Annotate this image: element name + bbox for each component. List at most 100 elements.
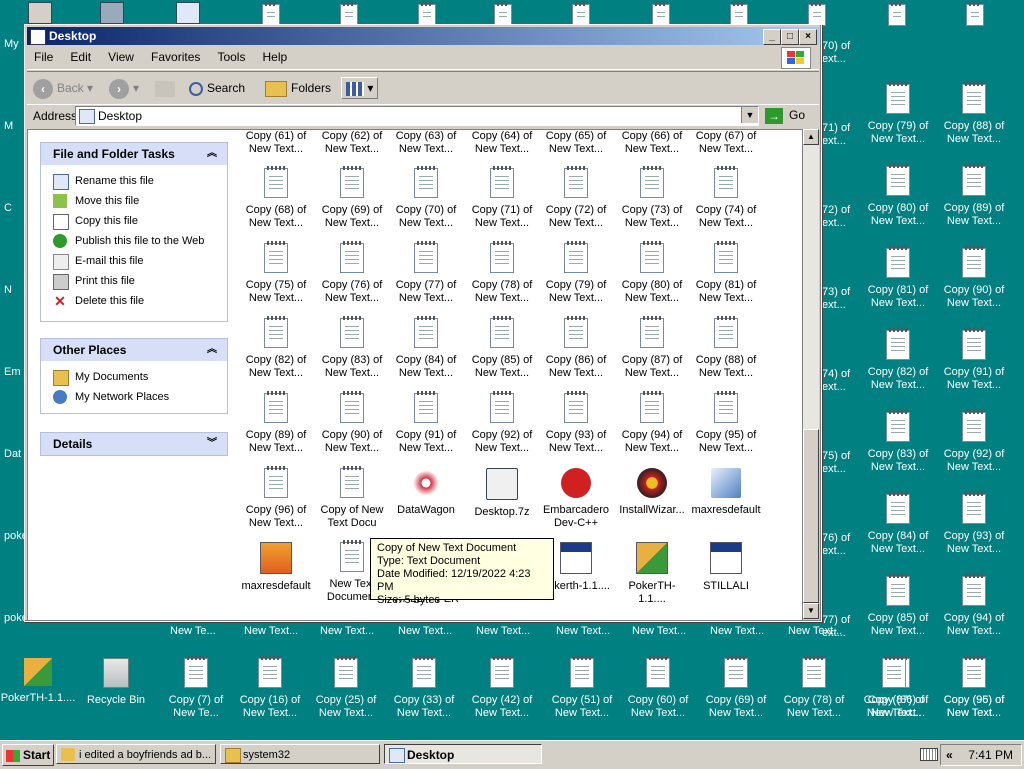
- desktop-icon-copy[interactable]: Copy (90) of New Text...: [936, 246, 1012, 310]
- file-item[interactable]: Copy (92) of New Text...: [466, 391, 538, 455]
- file-item[interactable]: maxresdefault: [240, 542, 312, 593]
- desktop-icon-item[interactable]: Copy (42) of New Text...: [464, 656, 540, 720]
- collapse-chevron-icon[interactable]: ︽: [207, 143, 217, 165]
- text-document-icon[interactable]: [572, 2, 590, 26]
- file-item[interactable]: Copy (73) of New Text...: [616, 166, 688, 230]
- file-item[interactable]: Copy (80) of New Text...: [616, 241, 688, 305]
- title-bar[interactable]: Desktop _ □ ×: [27, 27, 819, 45]
- task-publish[interactable]: Publish this file to the Web: [41, 231, 227, 251]
- desktop-icon-item[interactable]: Copy (87) of New Text...: [856, 656, 932, 720]
- task-print[interactable]: Print this file: [41, 271, 227, 291]
- desktop-icon-copy[interactable]: Copy (91) of New Text...: [936, 328, 1012, 392]
- text-document-icon[interactable]: [652, 2, 670, 26]
- details-header[interactable]: Details ︾: [41, 433, 227, 455]
- file-folder-tasks-header[interactable]: File and Folder Tasks ︽: [41, 143, 227, 165]
- go-button[interactable]: → Go: [765, 106, 805, 124]
- file-item[interactable]: Copy (62) of New Text...: [316, 130, 388, 156]
- file-item[interactable]: Copy (75) of New Text...: [240, 241, 312, 305]
- file-item[interactable]: DataWagon: [390, 468, 462, 517]
- file-item[interactable]: Copy (84) of New Text...: [390, 316, 462, 380]
- file-item[interactable]: Desktop.7z: [466, 468, 538, 519]
- file-item[interactable]: Copy (88) of New Text...: [690, 316, 762, 380]
- file-item[interactable]: Copy (61) of New Text...: [240, 130, 312, 156]
- back-button[interactable]: ‹ Back ▾: [33, 76, 93, 100]
- taskbar-item-browser[interactable]: i edited a boyfriends ad b...: [56, 744, 216, 764]
- task-delete[interactable]: ✕ Delete this file: [41, 291, 227, 311]
- desktop-icon-item[interactable]: Copy (7) of New Te...: [158, 656, 234, 720]
- desktop-icon-copy[interactable]: Copy (82) of New Text...: [860, 328, 936, 392]
- menu-tools[interactable]: Tools: [210, 47, 252, 67]
- recycle-bin[interactable]: Recycle Bin: [78, 658, 154, 707]
- minimize-button[interactable]: _: [763, 29, 781, 45]
- desktop-icon-item[interactable]: Copy (16) of New Text...: [232, 656, 308, 720]
- text-document-icon[interactable]: [888, 2, 906, 26]
- file-item[interactable]: PokerTH-1.1....: [616, 542, 688, 606]
- desktop-icon-item[interactable]: PokerTH-1.1....: [0, 658, 76, 705]
- up-folder-button[interactable]: [155, 76, 175, 100]
- file-item[interactable]: STILLALI: [690, 542, 762, 593]
- folders-button[interactable]: Folders: [265, 76, 331, 100]
- other-places-header[interactable]: Other Places ︽: [41, 339, 227, 361]
- text-document-icon[interactable]: [262, 2, 280, 26]
- menu-favorites[interactable]: Favorites: [144, 47, 207, 67]
- text-document-icon[interactable]: [340, 2, 358, 26]
- file-item[interactable]: Copy (72) of New Text...: [540, 166, 612, 230]
- desktop-icon-item[interactable]: Copy (78) of New Text...: [776, 656, 852, 720]
- file-item[interactable]: Copy (81) of New Text...: [690, 241, 762, 305]
- file-item[interactable]: Copy (71) of New Text...: [466, 166, 538, 230]
- text-document-icon[interactable]: [730, 2, 748, 26]
- keyboard-icon[interactable]: [920, 748, 938, 761]
- place-my-network-places[interactable]: My Network Places: [41, 387, 227, 407]
- file-item[interactable]: Copy (70) of New Text...: [390, 166, 462, 230]
- desktop-icon-copy[interactable]: Copy (93) of New Text...: [936, 492, 1012, 556]
- desktop-icon-copy[interactable]: Copy (81) of New Text...: [860, 246, 936, 310]
- file-item[interactable]: Copy (95) of New Text...: [690, 391, 762, 455]
- menu-file[interactable]: File: [27, 47, 60, 67]
- file-item[interactable]: Copy (96) of New Text...: [240, 466, 312, 530]
- desktop-icon-copy[interactable]: Copy (85) of New Text...: [860, 574, 936, 638]
- taskbar-item-system32[interactable]: system32: [220, 744, 380, 764]
- place-my-documents[interactable]: My Documents: [41, 367, 227, 387]
- file-item[interactable]: Copy (67) of New Text...: [690, 130, 762, 156]
- close-button[interactable]: ×: [799, 29, 817, 45]
- file-item[interactable]: Copy (78) of New Text...: [466, 241, 538, 305]
- views-button[interactable]: ▾: [341, 77, 379, 99]
- text-document-icon[interactable]: [494, 2, 512, 26]
- file-item[interactable]: Copy (89) of New Text...: [240, 391, 312, 455]
- maximize-button[interactable]: □: [781, 29, 799, 45]
- file-item[interactable]: Copy (93) of New Text...: [540, 391, 612, 455]
- menu-help[interactable]: Help: [256, 47, 295, 67]
- file-item[interactable]: Copy (65) of New Text...: [540, 130, 612, 156]
- file-item[interactable]: Copy (90) of New Text...: [316, 391, 388, 455]
- file-item[interactable]: maxresdefault: [690, 468, 762, 517]
- desktop-icon-item[interactable]: Copy (60) of New Text...: [620, 656, 696, 720]
- file-item[interactable]: Embarcadero Dev-C++: [540, 468, 612, 530]
- partial-desktop-icon[interactable]: [28, 2, 52, 24]
- search-button[interactable]: Search: [189, 76, 245, 100]
- desktop-icon-copy[interactable]: Copy (83) of New Text...: [860, 410, 936, 474]
- desktop-icon-item[interactable]: Copy (33) of New Text...: [386, 656, 462, 720]
- collapse-chevron-icon[interactable]: ︽: [207, 339, 217, 361]
- start-button[interactable]: Start: [2, 744, 54, 766]
- scroll-up-icon[interactable]: ▲: [803, 129, 819, 145]
- file-item[interactable]: Copy (69) of New Text...: [316, 166, 388, 230]
- forward-button[interactable]: › ▾: [109, 76, 139, 100]
- file-item[interactable]: Copy (87) of New Text...: [616, 316, 688, 380]
- file-item[interactable]: Copy (77) of New Text...: [390, 241, 462, 305]
- partial-desktop-icon[interactable]: [100, 2, 124, 24]
- menu-edit[interactable]: Edit: [63, 47, 98, 67]
- file-item[interactable]: Copy (86) of New Text...: [540, 316, 612, 380]
- menu-view[interactable]: View: [101, 47, 141, 67]
- scroll-down-icon[interactable]: ▼: [803, 603, 819, 619]
- file-item[interactable]: Copy (83) of New Text...: [316, 316, 388, 380]
- desktop-icon-item[interactable]: Copy (51) of New Text...: [544, 656, 620, 720]
- desktop-icon-copy[interactable]: Copy (88) of New Text...: [936, 82, 1012, 146]
- task-rename[interactable]: Rename this file: [41, 171, 227, 191]
- file-item[interactable]: InstallWizar...: [616, 468, 688, 517]
- scroll-thumb[interactable]: [803, 429, 819, 603]
- desktop-icon-copy[interactable]: Copy (84) of New Text...: [860, 492, 936, 556]
- desktop-icon-copy[interactable]: Copy (80) of New Text...: [860, 164, 936, 228]
- file-item[interactable]: Copy (64) of New Text...: [466, 130, 538, 156]
- text-document-icon[interactable]: [418, 2, 436, 26]
- task-copy[interactable]: Copy this file: [41, 211, 227, 231]
